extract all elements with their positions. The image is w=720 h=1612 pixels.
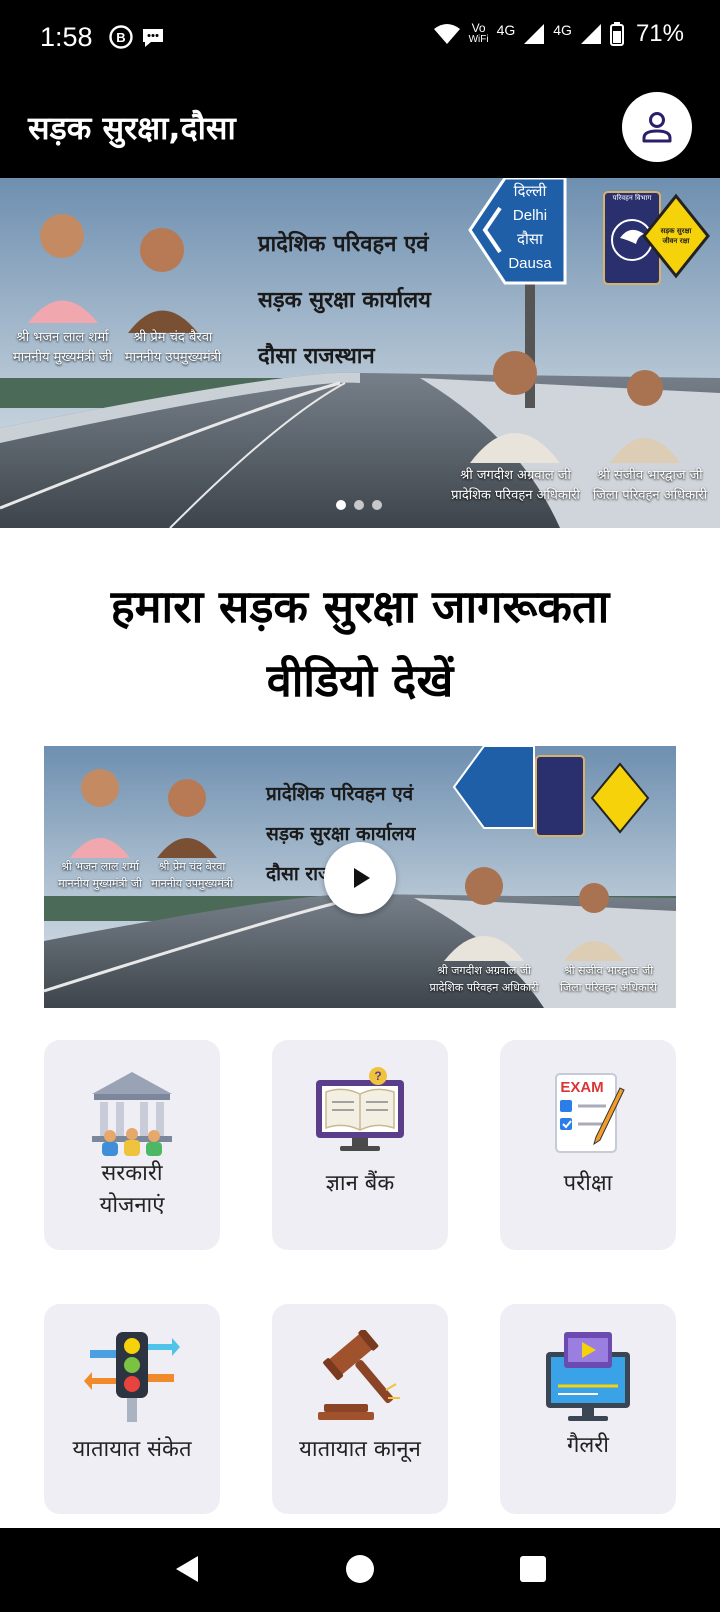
- battery-percent: 71%: [635, 20, 684, 47]
- gavel-icon: [318, 1330, 400, 1420]
- signal-2-icon: [580, 24, 601, 44]
- card-traffic-signs[interactable]: यातायात संकेत: [44, 1304, 220, 1514]
- banner-person2-role: माननीय उपमुख्यमंत्री: [124, 350, 222, 365]
- play-button[interactable]: [324, 842, 396, 914]
- video-player[interactable]: प्रादेशिक परिवहन एवं सड़क सुरक्षा कार्या…: [44, 746, 676, 1008]
- banner-person1-name: श्री भजन लाल शर्मा: [16, 330, 109, 345]
- exam-icon-text: EXAM: [560, 1079, 603, 1096]
- battery-icon: [609, 22, 624, 46]
- card-government-schemes[interactable]: सरकारी योजनाएं: [44, 1040, 220, 1250]
- road-sign-text-2: जीवन रक्षा: [662, 237, 690, 245]
- back-triangle-icon[interactable]: [172, 1554, 202, 1584]
- person-icon: [642, 112, 672, 143]
- carousel-dot[interactable]: [372, 500, 382, 510]
- card-label-line-1: ज्ञान बैंक: [325, 1171, 395, 1196]
- video-person2-name: श्री प्रेम चंद बैरवा: [158, 860, 226, 873]
- home-circle-icon[interactable]: [345, 1554, 375, 1584]
- app-title: सड़क सुरक्षा,दौसा: [28, 109, 236, 147]
- sign-text-1: दिल्ली: [513, 183, 547, 200]
- banner-title-line-2: सड़क सुरक्षा कार्यालय: [258, 287, 431, 313]
- vowifi-label: Vo WiFi: [469, 22, 489, 46]
- video-person2-role: माननीय उपमुख्यमंत्री: [151, 877, 233, 890]
- carousel-dots[interactable]: [336, 500, 382, 510]
- banner-person4-name: श्री संजीव भारद्वाज जी: [597, 468, 703, 483]
- video-person1-role: माननीय मुख्यमंत्री जी: [58, 877, 142, 890]
- banner-person2-name: श्री प्रेम चंद बैरवा: [133, 330, 213, 345]
- government-building-icon: [92, 1072, 172, 1156]
- video-person3-name: श्री जगदीश अग्रवाल जी: [437, 964, 531, 977]
- navigation-bar: [0, 1528, 720, 1612]
- traffic-signal-icon: [84, 1332, 180, 1422]
- card-knowledge-bank[interactable]: ? ज्ञान बैंक: [272, 1040, 448, 1250]
- card-exam[interactable]: EXAM परीक्षा: [500, 1040, 676, 1250]
- video-person4-name: श्री संजीव भारद्वाज जी: [563, 964, 654, 977]
- chat-notification-icon: [143, 29, 163, 47]
- wifi-icon: [433, 24, 460, 44]
- section-heading-line-1: हमारा सड़क सुरक्षा जागरूकता: [110, 580, 610, 633]
- network-type-2: 4G: [553, 22, 572, 38]
- recents-square-icon[interactable]: [518, 1554, 548, 1584]
- card-gallery[interactable]: गैलरी: [500, 1304, 676, 1514]
- carousel-dot[interactable]: [336, 500, 346, 510]
- road-sign-text-1: सड़क सुरक्षा: [660, 227, 692, 235]
- card-label-line-1: सरकारी: [101, 1161, 163, 1186]
- network-type-1: 4G: [496, 22, 516, 38]
- video-person4-role: जिला परिवहन अधिकारी: [560, 981, 657, 994]
- signal-1-icon: [524, 24, 545, 44]
- banner-person1-role: माननीय मुख्यमंत्री जी: [13, 350, 112, 365]
- vowifi-top: Vo: [471, 21, 486, 35]
- card-label-line-1: यातायात कानून: [299, 1437, 421, 1462]
- sign-text-3: दौसा: [517, 231, 543, 248]
- app-bar: सड़क सुरक्षा,दौसा: [0, 78, 720, 178]
- card-label-line-1: गैलरी: [567, 1433, 609, 1458]
- play-icon: [354, 868, 370, 888]
- video-title-line-1: प्रादेशिक परिवहन एवं: [266, 783, 414, 805]
- sign-text-4: Dausa: [508, 255, 552, 272]
- status-bar: 1:58 B Vo WiFi 4G 4G 71%: [0, 0, 720, 78]
- banner-person4-role: जिला परिवहन अधिकारी: [592, 488, 708, 503]
- card-traffic-law[interactable]: यातायात कानून: [272, 1304, 448, 1514]
- video-person3-role: प्रादेशिक परिवहन अधिकारी: [429, 981, 539, 994]
- knowledge-book-monitor-icon: ?: [316, 1067, 404, 1151]
- card-label-line-2: योजनाएं: [99, 1193, 165, 1218]
- profile-button[interactable]: [622, 92, 692, 162]
- banner-title-line-3: दौसा राजस्थान: [258, 343, 375, 369]
- b-notification-icon: B: [109, 25, 133, 49]
- video-gallery-icon: [546, 1332, 630, 1421]
- sign-text-2: Delhi: [512, 207, 548, 224]
- emblem-label: परिवहन विभाग: [612, 194, 652, 202]
- svg-text:B: B: [116, 30, 125, 45]
- section-heading: हमारा सड़क सुरक्षा जागरूकता वीडियो देखें: [30, 570, 690, 718]
- exam-icon: EXAM: [555, 1073, 625, 1153]
- video-person1-name: श्री भजन लाल शर्मा: [61, 860, 139, 873]
- banner-title-line-1: प्रादेशिक परिवहन एवं: [258, 231, 429, 257]
- section-heading-line-2: वीडियो देखें: [266, 654, 454, 707]
- carousel-dot[interactable]: [354, 500, 364, 510]
- banner-person3-role: प्रादेशिक परिवहन अधिकारी: [451, 488, 580, 503]
- status-right-cluster: Vo WiFi 4G 4G 71%: [433, 20, 684, 48]
- vowifi-bottom: WiFi: [468, 34, 489, 45]
- card-label-line-1: यातायात संकेत: [72, 1437, 192, 1462]
- svg-text:?: ?: [374, 1069, 381, 1083]
- status-time: 1:58: [40, 22, 93, 52]
- banner-person3-name: श्री जगदीश अग्रवाल जी: [460, 468, 571, 483]
- banner-carousel[interactable]: प्रादेशिक परिवहन एवं सड़क सुरक्षा कार्या…: [0, 178, 720, 528]
- card-label-line-1: परीक्षा: [563, 1171, 613, 1196]
